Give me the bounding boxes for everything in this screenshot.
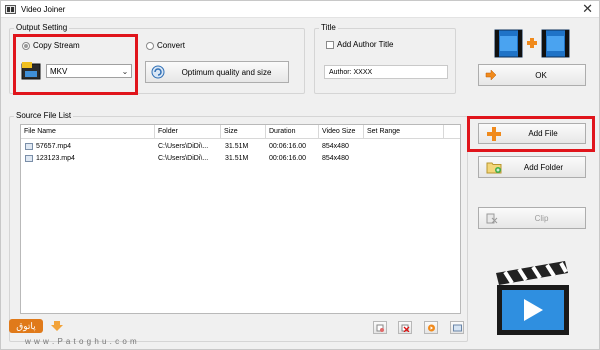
clip-icon — [486, 213, 498, 224]
arrow-right-icon — [485, 69, 497, 81]
video-file-icon — [25, 143, 33, 150]
convert-radio[interactable]: Convert — [146, 41, 185, 50]
mkv-format-icon — [21, 62, 41, 80]
author-title-value: Author: XXXX — [329, 68, 373, 76]
output-setting-legend: Output Setting — [14, 23, 70, 33]
folder-cell: C:\Users\DiDi\... — [158, 155, 209, 162]
add-folder-label: Add Folder — [523, 162, 564, 172]
file-name-cell: 57657.mp4 — [36, 143, 72, 150]
copy-stream-label: Copy Stream — [33, 41, 80, 50]
chevron-down-icon: ⌄ — [121, 66, 129, 76]
quality-icon — [151, 65, 165, 79]
quality-settings-label: Optimum quality and size — [181, 67, 272, 77]
title-bar: Video Joiner ✕ — [1, 1, 599, 18]
move-up-button[interactable] — [373, 321, 387, 334]
format-select[interactable]: MKV ⌄ — [46, 64, 132, 78]
screen-icon — [453, 324, 462, 332]
video-joiner-window: Video Joiner ✕ Output Setting Copy Strea… — [0, 0, 600, 350]
size-cell: 31.51M — [225, 143, 249, 150]
column-header-size[interactable]: Size — [221, 125, 266, 139]
format-select-value: MKV — [50, 66, 68, 76]
duration-cell: 00:06:16.00 — [269, 143, 306, 150]
add-file-label: Add File — [528, 129, 558, 138]
app-icon — [5, 5, 16, 14]
source-file-table[interactable]: File Name Folder Size Duration Video Siz… — [20, 124, 461, 314]
source-file-list-legend: Source File List — [14, 111, 74, 121]
copy-stream-radio[interactable]: Copy Stream — [22, 41, 80, 50]
remove-file-button[interactable] — [398, 321, 412, 334]
table-row[interactable]: 123123.mp4 C:\Users\DiDi\... 31.51M 00:0… — [21, 153, 460, 164]
add-author-title-checkbox[interactable]: Add Author Title — [326, 40, 393, 49]
add-folder-button[interactable]: Add Folder — [478, 156, 586, 178]
title-group-legend: Title — [319, 23, 338, 33]
watermark-logo: پاتوق — [9, 319, 43, 333]
clip-button[interactable]: Clip — [478, 207, 586, 229]
clapperboard-icon — [496, 261, 569, 335]
video-size-cell: 854x480 — [322, 143, 349, 150]
play-icon — [428, 324, 435, 332]
add-author-title-label: Add Author Title — [337, 40, 394, 49]
folder-add-icon — [486, 162, 502, 174]
convert-label: Convert — [157, 41, 186, 50]
delete-icon — [401, 324, 410, 332]
plus-icon — [487, 126, 501, 141]
size-cell: 31.51M — [225, 155, 249, 162]
video-file-icon — [25, 155, 33, 162]
file-up-icon — [376, 324, 384, 332]
properties-button[interactable] — [450, 321, 464, 334]
title-group: Title — [314, 23, 456, 94]
column-header-folder[interactable]: Folder — [155, 125, 221, 139]
add-file-button[interactable]: Add File — [478, 123, 586, 144]
copy-stream-radio-dot — [22, 41, 30, 50]
clip-label: Clip — [534, 213, 549, 223]
ok-button-label: OK — [535, 70, 547, 80]
video-joiner-logo-icon — [494, 29, 570, 58]
column-header-duration[interactable]: Duration — [266, 125, 319, 139]
file-name-cell: 123123.mp4 — [36, 155, 75, 162]
watermark-url: w w w . P a t o g h u . c o m — [25, 337, 138, 346]
add-author-title-box — [326, 40, 334, 49]
column-header-filler — [444, 125, 460, 139]
close-icon[interactable]: ✕ — [582, 1, 593, 17]
arrow-down-icon — [51, 321, 63, 331]
author-title-input[interactable]: Author: XXXX — [324, 65, 448, 79]
duration-cell: 00:06:16.00 — [269, 155, 306, 162]
column-header-file-name[interactable]: File Name — [21, 125, 155, 139]
table-row[interactable]: 57657.mp4 C:\Users\DiDi\... 31.51M 00:06… — [21, 141, 460, 152]
quality-settings-button[interactable]: Optimum quality and size — [145, 61, 289, 83]
ok-button[interactable]: OK — [478, 64, 586, 86]
convert-radio-dot — [146, 41, 154, 50]
play-preview-button[interactable] — [424, 321, 438, 334]
video-size-cell: 854x480 — [322, 155, 349, 162]
column-header-video-size[interactable]: Video Size — [319, 125, 364, 139]
window-title: Video Joiner — [21, 5, 66, 14]
folder-cell: C:\Users\DiDi\... — [158, 143, 209, 150]
column-header-set-range[interactable]: Set Range — [364, 125, 444, 139]
